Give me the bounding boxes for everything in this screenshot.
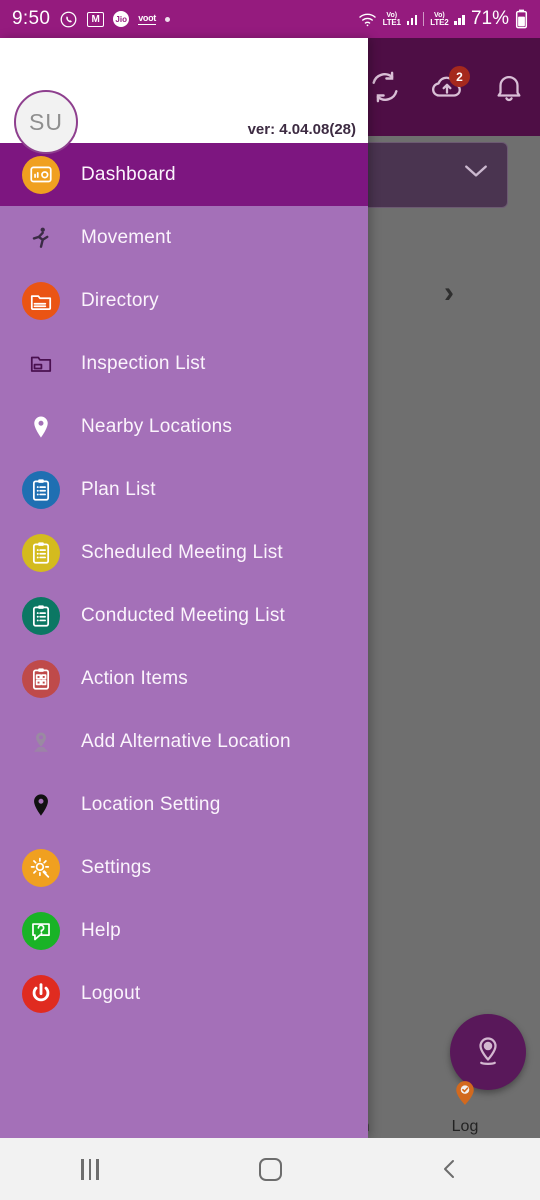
volte-lte1-icon: Vo) LTE1 <box>382 11 401 27</box>
home-icon[interactable] <box>225 1149 315 1189</box>
recents-icon[interactable] <box>45 1149 135 1189</box>
clipboard-checklist-icon <box>22 659 60 698</box>
drawer-item-conducted-meeting-list[interactable]: Conducted Meeting List <box>0 584 368 647</box>
avatar[interactable]: SU <box>14 90 78 154</box>
drawer-item-plan-list[interactable]: Plan List <box>0 458 368 521</box>
drawer-item-scheduled-meeting-list[interactable]: Scheduled Meeting List <box>0 521 368 584</box>
battery-icon <box>515 9 528 29</box>
drawer-item-label: Movement <box>81 226 172 248</box>
clipboard-scheduled-icon <box>22 533 60 572</box>
gmail-icon: M <box>87 11 105 27</box>
drawer-item-help[interactable]: Help <box>0 899 368 962</box>
cloud-upload-badge: 2 <box>449 66 470 87</box>
help-question-icon <box>22 911 60 950</box>
clipboard-conducted-icon <box>22 596 60 635</box>
navigation-drawer: SU ver: 4.04.08(28) Dashboard Movement Dir… <box>0 38 368 1138</box>
status-bar-clock: 9:50 <box>12 8 51 29</box>
drawer-menu-list: Dashboard Movement Directory Inspection Lis… <box>0 143 368 1025</box>
drawer-item-movement[interactable]: Movement <box>0 206 368 269</box>
bottom-nav-item-log[interactable]: Log <box>450 1078 480 1136</box>
drawer-item-label: Action Items <box>81 667 188 689</box>
drawer-header: SU ver: 4.04.08(28) <box>0 38 368 154</box>
drawer-item-label: Help <box>81 919 121 941</box>
clipboard-plan-icon <box>22 470 60 509</box>
folder-directory-icon-badge <box>22 281 60 320</box>
chevron-down-icon <box>463 163 489 184</box>
drawer-item-label: Conducted Meeting List <box>81 604 286 626</box>
battery-percent-label: 71% <box>470 8 509 29</box>
volte-lte2-icon: Vo) LTE2 <box>430 11 449 27</box>
status-bar: 9:50 M Jio voot Vo) LTE1 Vo) LTE2 71% <box>0 0 540 38</box>
cloud-upload-icon[interactable]: 2 <box>430 66 470 104</box>
app-version-label: ver: 4.04.08(28) <box>247 121 356 138</box>
back-icon[interactable] <box>405 1149 495 1189</box>
dashboard-icon <box>22 155 60 194</box>
status-bar-right: Vo) LTE1 Vo) LTE2 71% <box>358 8 528 30</box>
drawer-item-label: Settings <box>81 856 152 878</box>
drawer-item-label: Nearby Locations <box>81 415 233 437</box>
drawer-item-label: Inspection List <box>81 352 206 374</box>
help-question-icon-badge <box>22 911 60 950</box>
drawer-item-label: Directory <box>81 289 159 311</box>
status-divider <box>423 12 425 26</box>
drawer-item-nearby-locations[interactable]: Nearby Locations <box>0 395 368 458</box>
wifi-icon <box>358 11 377 27</box>
add-location-pin-icon <box>22 723 60 761</box>
voot-icon: voot <box>138 13 156 25</box>
android-navigation-bar <box>0 1138 540 1200</box>
drawer-item-label: Scheduled Meeting List <box>81 541 283 563</box>
gear-settings-icon-badge <box>22 848 60 887</box>
map-pin-icon <box>22 408 60 446</box>
drawer-item-label: Add Alternative Location <box>81 730 291 752</box>
drawer-item-label: Plan List <box>81 478 156 500</box>
sync-icon[interactable] <box>368 70 402 104</box>
whatsapp-icon <box>59 10 78 29</box>
folder-directory-icon <box>22 281 60 320</box>
power-logout-icon <box>22 974 60 1013</box>
app-header-actions: 2 <box>368 38 526 136</box>
jio-icon: Jio <box>113 11 130 27</box>
movement-icon <box>22 219 60 257</box>
drawer-item-label: Logout <box>81 982 141 1004</box>
drawer-item-add-alternative-location[interactable]: Add Alternative Location <box>0 710 368 773</box>
clipboard-plan-icon-badge <box>22 470 60 509</box>
expand-row-chevron-icon[interactable]: › <box>444 278 454 308</box>
status-bar-left: 9:50 M Jio voot <box>12 8 170 30</box>
clipboard-conducted-icon-badge <box>22 596 60 635</box>
drawer-item-settings[interactable]: Settings <box>0 836 368 899</box>
signal-bars-sim1-icon <box>406 13 418 25</box>
bell-icon[interactable] <box>492 70 526 104</box>
power-logout-icon-badge <box>22 974 60 1013</box>
signal-bars-sim2-icon <box>454 13 465 25</box>
clipboard-checklist-icon-badge <box>22 659 60 698</box>
drawer-item-action-items[interactable]: Action Items <box>0 647 368 710</box>
drawer-item-directory[interactable]: Directory <box>0 269 368 332</box>
clipboard-scheduled-icon-badge <box>22 533 60 572</box>
inspection-folder-icon <box>22 345 60 383</box>
drawer-item-label: Dashboard <box>81 163 176 185</box>
more-notifications-dot-icon <box>165 16 170 22</box>
dashboard-icon-badge <box>22 155 60 194</box>
drawer-item-inspection-list[interactable]: Inspection List <box>0 332 368 395</box>
location-pin-filled-icon <box>22 786 60 824</box>
drawer-item-logout[interactable]: Logout <box>0 962 368 1025</box>
drawer-item-label: Location Setting <box>81 793 221 815</box>
drawer-item-location-setting[interactable]: Location Setting <box>0 773 368 836</box>
location-log-icon <box>450 1078 480 1113</box>
bottom-nav-label-log: Log <box>451 1118 479 1135</box>
gear-settings-icon <box>22 848 60 887</box>
